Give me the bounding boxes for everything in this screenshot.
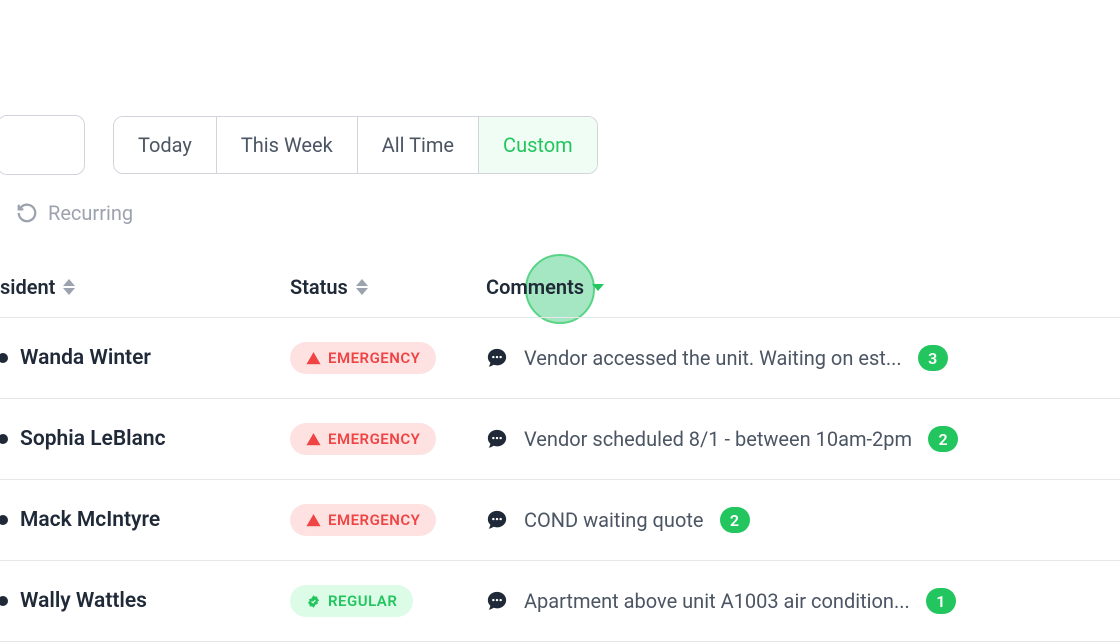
comment-icon [486,428,508,450]
status-cell: EMERGENCY [290,423,486,455]
resident-name: Wally Wattles [20,589,147,613]
comments-cell: Vendor scheduled 8/1 - between 10am-2pm … [486,426,1120,452]
comment-count-badge: 2 [928,426,958,452]
comment-text: Vendor scheduled 8/1 - between 10am-2pm [524,427,912,451]
alert-icon [306,513,321,528]
status-badge: REGULAR [290,585,413,617]
alert-icon [306,351,321,366]
comment-text: Apartment above unit A1003 air condition… [524,589,910,613]
resident-name: Sophia LeBlanc [20,427,166,451]
resident-name: Mack McIntyre [20,508,160,532]
comments-cell: Vendor accessed the unit. Waiting on est… [486,345,1120,371]
comments-cell: COND waiting quote 2 [486,507,1120,533]
table-row[interactable]: Mack McIntyre EMERGENCY COND waiting quo… [0,480,1120,561]
table-row[interactable]: Wanda Winter EMERGENCY Vendor accessed t… [0,318,1120,399]
search-input[interactable] [0,115,85,175]
column-resident-label: sident [0,275,55,299]
comments-cell: Apartment above unit A1003 air condition… [486,588,1120,614]
avatar [0,596,8,606]
resident-cell: Sophia LeBlanc [0,427,290,451]
status-cell: EMERGENCY [290,504,486,536]
table-header: sident Status Comments [0,225,1120,318]
column-comments-label: Comments [486,275,584,299]
date-filter-tabs: Today This Week All Time Custom [113,116,598,174]
status-cell: EMERGENCY [290,342,486,374]
sort-icon [356,279,368,295]
status-badge: EMERGENCY [290,423,436,455]
column-resident[interactable]: sident [0,275,290,299]
table-row[interactable]: Sophia LeBlanc EMERGENCY Vendor schedule… [0,399,1120,480]
comment-count-badge: 3 [918,345,948,371]
recurring-label: Recurring [48,201,133,225]
tab-all-time[interactable]: All Time [358,117,479,173]
avatar [0,515,8,525]
status-label: EMERGENCY [328,511,420,529]
comment-text: Vendor accessed the unit. Waiting on est… [524,346,902,370]
resident-cell: Mack McIntyre [0,508,290,532]
comment-icon [486,590,508,612]
resident-cell: Wally Wattles [0,589,290,613]
tab-custom[interactable]: Custom [479,117,597,173]
recurring-icon [16,202,38,224]
status-label: EMERGENCY [328,430,420,448]
check-badge-icon [306,594,321,609]
comment-text: COND waiting quote [524,508,704,532]
comment-count-badge: 2 [720,507,750,533]
sort-icon [63,279,75,295]
comment-count-badge: 1 [926,588,956,614]
table-row[interactable]: Wally Wattles REGULAR Apartment above un… [0,561,1120,642]
comment-icon [486,347,508,369]
comment-icon [486,509,508,531]
tab-this-week[interactable]: This Week [217,117,358,173]
status-badge: EMERGENCY [290,342,436,374]
status-badge: EMERGENCY [290,504,436,536]
tab-today[interactable]: Today [114,117,217,173]
resident-cell: Wanda Winter [0,346,290,370]
status-label: REGULAR [328,592,397,610]
column-status[interactable]: Status [290,275,486,299]
avatar [0,353,8,363]
recurring-toggle[interactable]: Recurring [0,175,1120,225]
column-status-label: Status [290,275,348,299]
avatar [0,434,8,444]
status-label: EMERGENCY [328,349,420,367]
resident-name: Wanda Winter [20,346,151,370]
column-comments[interactable]: Comments [486,275,604,299]
alert-icon [306,432,321,447]
status-cell: REGULAR [290,585,486,617]
sort-icon [592,284,604,291]
